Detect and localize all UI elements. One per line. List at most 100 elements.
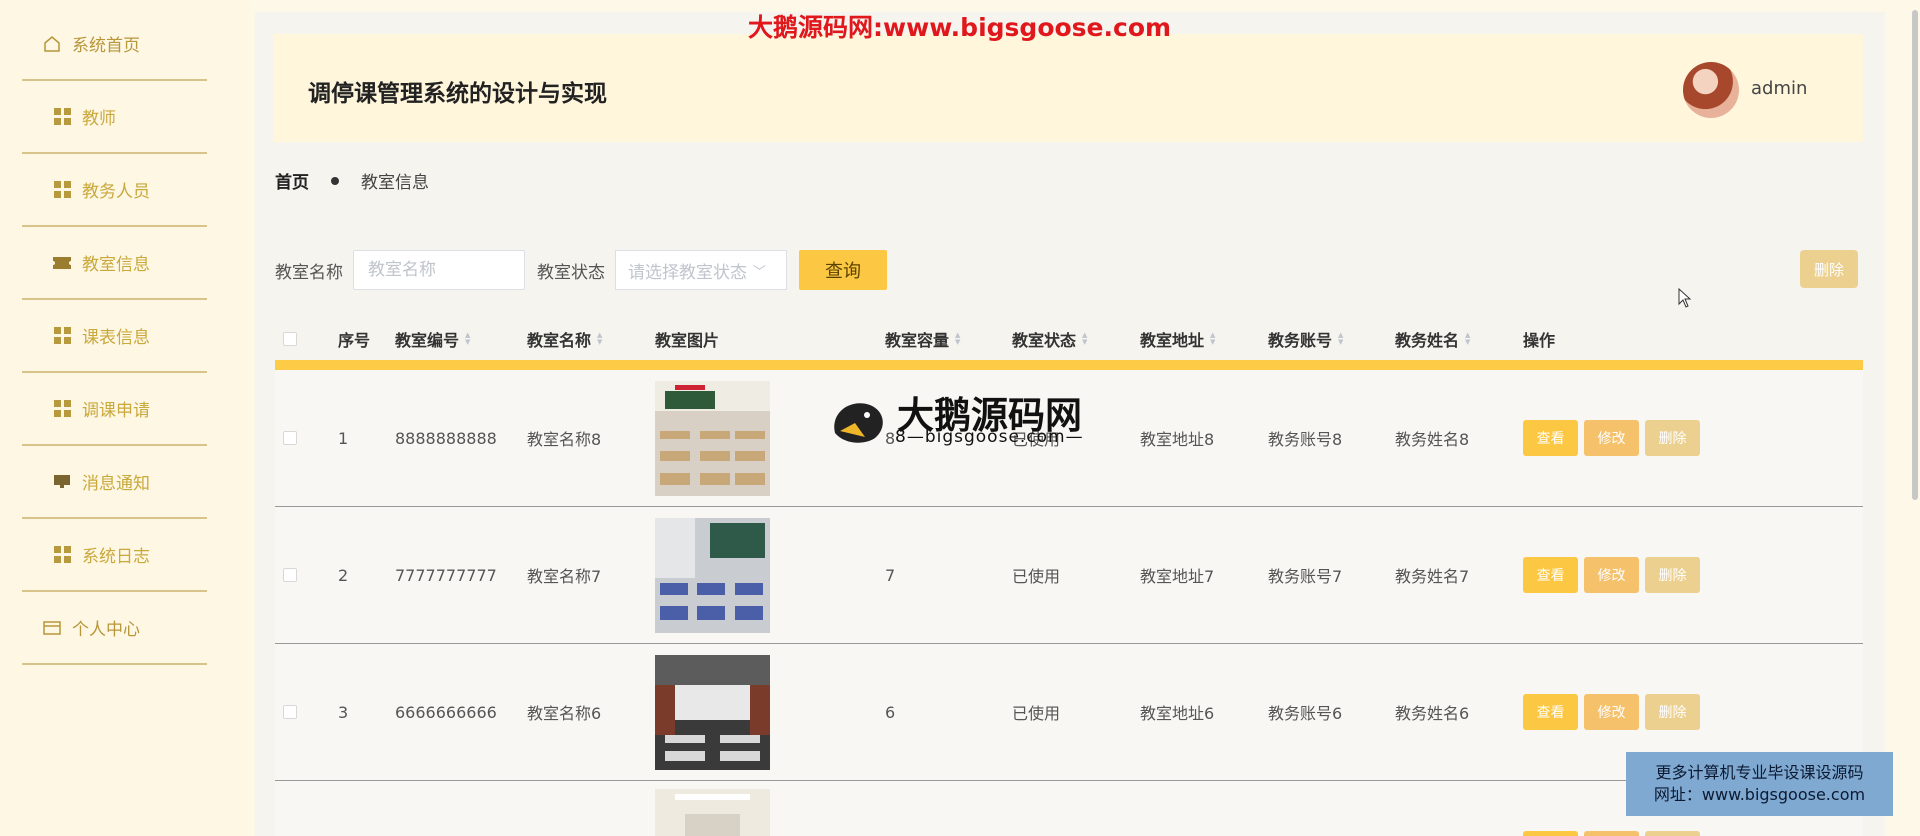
classroom-image[interactable] xyxy=(655,789,770,836)
sidebar-item-notice[interactable]: 消息通知 xyxy=(22,446,207,519)
goose-logo-icon xyxy=(834,403,883,443)
classroom-image[interactable] xyxy=(655,380,770,496)
cell-name: 教室名称6 xyxy=(527,704,602,723)
cell-staff-name: 教务姓名8 xyxy=(1395,430,1470,449)
edit-button[interactable]: 修改 xyxy=(1584,557,1639,593)
sort-icon[interactable]: ▲ ▼ xyxy=(955,332,960,346)
header-name[interactable]: 教室名称 ▲ ▼ xyxy=(527,327,602,351)
filter-bar: 教室名称 教室状态 请选择教室状态 ﹀ 查询 xyxy=(275,250,887,290)
monitor-icon xyxy=(52,472,72,492)
sidebar-item-home[interactable]: 系统首页 xyxy=(22,8,207,81)
cell-address: 教室地址8 xyxy=(1140,430,1215,449)
row-checkbox[interactable] xyxy=(283,568,297,582)
cell-name: 教室名称7 xyxy=(527,567,602,586)
edit-button[interactable]: 修改 xyxy=(1584,694,1639,730)
query-button[interactable]: 查询 xyxy=(799,250,887,290)
sidebar-item-label: 教务人员 xyxy=(82,182,150,202)
vertical-scrollbar[interactable] xyxy=(1912,10,1918,500)
header-ops: 操作 xyxy=(1523,331,1556,350)
sidebar-item-classroom[interactable]: 教室信息 xyxy=(22,227,207,300)
view-button[interactable]: 查看 xyxy=(1523,694,1578,730)
delete-button[interactable]: 删除 xyxy=(1645,694,1700,730)
table-row: 3 6666666666 教室名称6 6 已使用 教室地址6 教务账号6 教务姓… xyxy=(275,644,1863,781)
sort-icon[interactable]: ▲ ▼ xyxy=(1465,332,1470,346)
breadcrumb-home[interactable]: 首页 xyxy=(275,168,309,193)
sort-icon[interactable]: ▲ ▼ xyxy=(1082,332,1087,346)
view-button[interactable] xyxy=(1523,831,1578,836)
home-icon xyxy=(42,34,62,54)
sidebar-item-staff[interactable]: 教务人员 xyxy=(22,154,207,227)
classroom-name-label: 教室名称 xyxy=(275,262,343,283)
cell-index: 1 xyxy=(338,428,349,448)
logo-watermark: 大鹅源码网 8—bigsgoose.com— xyxy=(825,385,1095,455)
edit-button[interactable]: 修改 xyxy=(1584,420,1639,456)
sort-icon[interactable]: ▲ ▼ xyxy=(597,332,602,346)
card-icon xyxy=(42,618,62,638)
cell-account: 教务账号6 xyxy=(1268,704,1343,723)
header-staff-name[interactable]: 教务姓名 ▲ ▼ xyxy=(1395,327,1470,351)
sidebar-item-teacher[interactable]: 教师 xyxy=(22,81,207,154)
grid-icon xyxy=(52,180,72,200)
view-button[interactable]: 查看 xyxy=(1523,557,1578,593)
row-checkbox[interactable] xyxy=(283,431,297,445)
promo-line-1: 更多计算机专业毕设课设源码 xyxy=(1655,763,1864,782)
header-bar: 调停课管理系统的设计与实现 admin xyxy=(273,34,1863,142)
sidebar-item-label: 系统日志 xyxy=(82,547,150,567)
username[interactable]: admin xyxy=(1751,78,1807,99)
header-name-label: 教室名称 xyxy=(527,331,592,350)
cell-index: 2 xyxy=(338,565,349,585)
classroom-image[interactable] xyxy=(655,517,770,633)
logo-watermark-url: 8—bigsgoose.com— xyxy=(895,427,1084,447)
sidebar-item-label: 教室信息 xyxy=(82,255,150,275)
sidebar-item-label: 系统首页 xyxy=(72,36,140,56)
table-row xyxy=(275,781,1863,836)
cell-staff-name: 教务姓名7 xyxy=(1395,567,1470,586)
classroom-status-label: 教室状态 xyxy=(537,262,605,283)
header-address-label: 教室地址 xyxy=(1140,331,1205,350)
promo-banner[interactable]: 更多计算机专业毕设课设源码 网址：www.bigsgoose.com xyxy=(1626,752,1893,816)
sidebar-item-schedule[interactable]: 课表信息 xyxy=(22,300,207,373)
header-status[interactable]: 教室状态 ▲ ▼ xyxy=(1012,327,1087,351)
sort-icon[interactable]: ▲ ▼ xyxy=(465,332,470,346)
header-capacity[interactable]: 教室容量 ▲ ▼ xyxy=(885,327,960,351)
sidebar-item-profile[interactable]: 个人中心 xyxy=(22,592,207,665)
header-account-label: 教务账号 xyxy=(1268,331,1333,350)
header-address[interactable]: 教室地址 ▲ ▼ xyxy=(1140,327,1215,351)
breadcrumb-current: 教室信息 xyxy=(361,173,429,193)
classroom-image[interactable] xyxy=(655,654,770,770)
cell-status: 已使用 xyxy=(1012,704,1061,723)
header-code[interactable]: 教室编号 ▲ ▼ xyxy=(395,327,470,351)
cell-address: 教室地址7 xyxy=(1140,567,1215,586)
header-capacity-label: 教室容量 xyxy=(885,331,950,350)
classroom-status-select[interactable]: 请选择教室状态 ﹀ xyxy=(615,250,787,290)
mouse-cursor-icon xyxy=(1678,287,1692,313)
delete-button[interactable] xyxy=(1645,831,1700,836)
sort-icon[interactable]: ▲ ▼ xyxy=(1210,332,1215,346)
header-account[interactable]: 教务账号 ▲ ▼ xyxy=(1268,327,1343,351)
sidebar-item-label: 消息通知 xyxy=(82,474,150,494)
sidebar: 系统首页 教师 教务人员 教室信息 课表信息 调课申请 消息通知 系统日志 个人… xyxy=(0,0,250,836)
watermark-text: 大鹅源码网:www.bigsgoose.com xyxy=(748,13,1172,42)
delete-button[interactable]: 删除 xyxy=(1645,420,1700,456)
cell-staff-name: 教务姓名6 xyxy=(1395,704,1470,723)
grid-icon xyxy=(52,326,72,346)
sidebar-item-label: 调课申请 xyxy=(82,401,150,421)
sidebar-item-log[interactable]: 系统日志 xyxy=(22,519,207,592)
row-checkbox[interactable] xyxy=(283,705,297,719)
sort-icon[interactable]: ▲ ▼ xyxy=(1338,332,1343,346)
delete-button[interactable]: 删除 xyxy=(1645,557,1700,593)
table-header: 序号 教室编号 ▲ ▼ 教室名称 ▲ ▼ 教室图片 教室容量 ▲ ▼ 教室状态 ▲ ▼ 教室地址… xyxy=(275,318,1863,370)
cell-code: 7777777777 xyxy=(395,565,497,585)
cell-capacity: 7 xyxy=(885,565,896,585)
batch-delete-button[interactable]: 删除 xyxy=(1800,250,1858,288)
sidebar-item-change-request[interactable]: 调课申请 xyxy=(22,373,207,446)
cell-account: 教务账号7 xyxy=(1268,567,1343,586)
classroom-name-input[interactable] xyxy=(353,250,525,290)
view-button[interactable]: 查看 xyxy=(1523,420,1578,456)
header-index: 序号 xyxy=(338,331,371,350)
edit-button[interactable] xyxy=(1584,831,1639,836)
sidebar-item-label: 个人中心 xyxy=(72,620,140,640)
select-all-checkbox[interactable] xyxy=(283,332,297,346)
avatar[interactable] xyxy=(1683,62,1739,118)
cell-code: 6666666666 xyxy=(395,702,497,722)
